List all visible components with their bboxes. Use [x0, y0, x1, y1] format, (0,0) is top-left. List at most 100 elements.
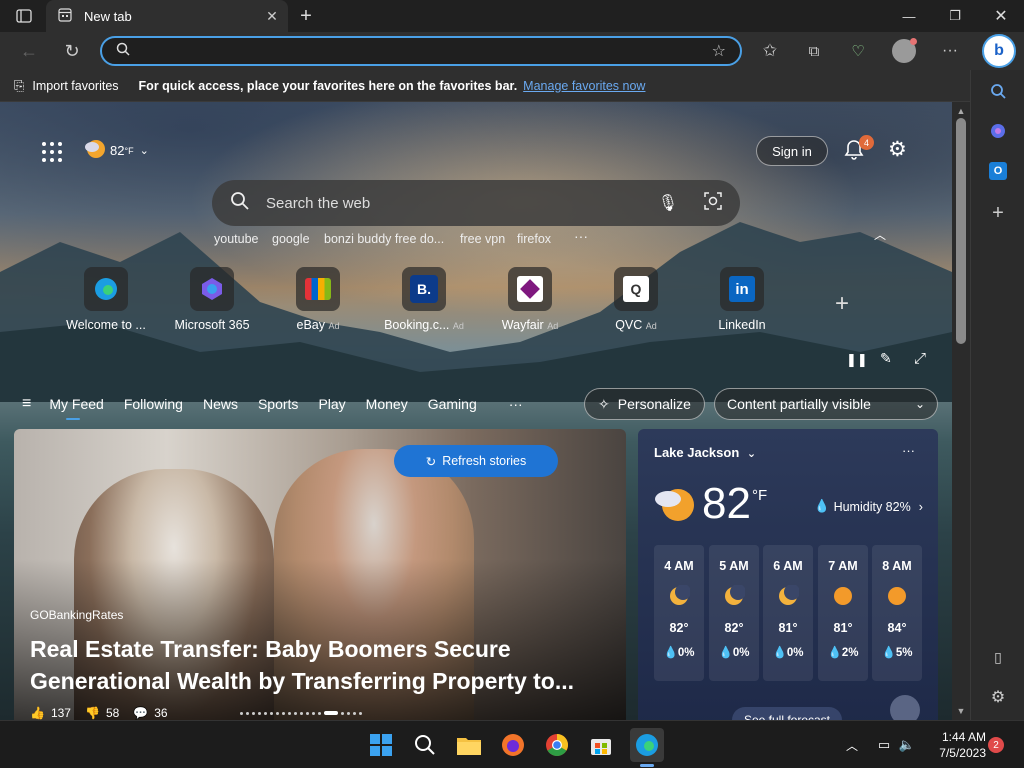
- volume-icon[interactable]: 🔈: [893, 731, 921, 759]
- apps-grid-icon[interactable]: [42, 142, 62, 162]
- sidebar-outlook-icon[interactable]: O: [983, 156, 1013, 186]
- quick-link-qvc[interactable]: Q QVC Ad: [586, 267, 686, 332]
- tab-play[interactable]: Play: [308, 396, 355, 412]
- chrome-icon[interactable]: [543, 731, 571, 759]
- qvc-icon: Q: [614, 267, 658, 311]
- show-hidden-icons-chevron-icon[interactable]: ︿: [838, 731, 866, 759]
- import-favorites-button[interactable]: Import favorites: [32, 79, 118, 93]
- scrollbar-thumb[interactable]: [956, 118, 966, 344]
- minimize-button[interactable]: —: [886, 0, 932, 32]
- favorites-button[interactable]: ✩: [755, 36, 785, 66]
- more-suggestions-icon[interactable]: ···: [574, 228, 588, 244]
- refresh-button[interactable]: ↻: [57, 36, 87, 66]
- firefox-icon[interactable]: [499, 731, 527, 759]
- hourly-forecast[interactable]: 4 AM 82° 💧0%: [654, 545, 704, 681]
- hourly-forecast[interactable]: 6 AM 81° 💧0%: [763, 545, 813, 681]
- humidity-link[interactable]: 💧 Humidity 82% ›: [814, 499, 923, 514]
- thumbs-up-icon[interactable]: 👍: [30, 706, 45, 720]
- bing-copilot-button[interactable]: b: [982, 34, 1016, 68]
- quick-link-welcome[interactable]: Welcome to ...: [56, 267, 156, 332]
- hourly-forecast[interactable]: 7 AM 81° 💧2%: [818, 545, 868, 681]
- tab-money[interactable]: Money: [356, 396, 418, 412]
- quick-link-microsoft-365[interactable]: Microsoft 365: [162, 267, 262, 332]
- clock[interactable]: 1:44 AM 7/5/2023: [926, 729, 986, 761]
- sidebar-search-icon[interactable]: [983, 76, 1013, 106]
- expand-icon[interactable]: ⤢: [914, 350, 926, 367]
- close-tab-icon[interactable]: ✕: [260, 4, 284, 28]
- pause-icon[interactable]: ❚❚: [846, 352, 868, 368]
- taskbar-search-icon[interactable]: [411, 731, 439, 759]
- address-bar[interactable]: ☆: [100, 36, 742, 66]
- comment-icon[interactable]: 💬: [133, 706, 148, 720]
- more-tabs-icon[interactable]: ···: [509, 396, 523, 412]
- address-input[interactable]: [138, 43, 678, 59]
- weather-card[interactable]: Lake Jackson ⌄ ··· 82 °F 💧 Humidity 82% › …: [638, 429, 938, 720]
- sidebar-hide-icon[interactable]: ▯: [983, 642, 1013, 672]
- quick-link-booking[interactable]: B. Booking.c... Ad: [374, 267, 474, 332]
- notifications-bell-icon[interactable]: 4: [843, 135, 874, 164]
- suggestion-chip[interactable]: youtube: [214, 232, 258, 246]
- edge-taskbar-icon[interactable]: [630, 728, 664, 767]
- quick-link-ebay[interactable]: eBay Ad: [268, 267, 368, 332]
- close-window-button[interactable]: ✕: [978, 0, 1024, 32]
- microphone-icon[interactable]: 🎙: [658, 193, 678, 213]
- back-button[interactable]: ←: [14, 36, 44, 66]
- sidebar-copilot-icon[interactable]: [983, 116, 1013, 146]
- settings-gear-icon[interactable]: ⚙: [888, 137, 907, 162]
- tab-sports[interactable]: Sports: [248, 396, 308, 412]
- tab-new-tab[interactable]: New tab ✕: [46, 0, 288, 32]
- sidebar-settings-icon[interactable]: ⚙: [983, 682, 1013, 712]
- quick-link-linkedin[interactable]: in LinkedIn: [692, 267, 792, 332]
- weather-location[interactable]: Lake Jackson ⌄: [654, 445, 756, 460]
- favorite-star-icon[interactable]: ☆: [712, 41, 726, 61]
- tab-actions-icon[interactable]: [8, 6, 40, 26]
- content-visibility-dropdown[interactable]: Content partially visible ⌄: [714, 388, 938, 420]
- page-scrollbar[interactable]: ▲ ▼: [952, 102, 970, 720]
- refresh-stories-button[interactable]: ↻ Refresh stories: [394, 445, 558, 477]
- hourly-forecast[interactable]: 8 AM 84° 💧5%: [872, 545, 922, 681]
- sign-in-button[interactable]: Sign in: [756, 136, 828, 166]
- collections-button[interactable]: ⧉: [799, 36, 829, 66]
- new-tab-page: 82 °F ⌄ Sign in 4 ⚙ Search the web 🎙 yout…: [0, 102, 952, 720]
- web-search-box[interactable]: Search the web 🎙: [212, 180, 740, 226]
- tab-gaming[interactable]: Gaming: [418, 396, 487, 412]
- favorites-message: For quick access, place your favorites h…: [138, 78, 518, 93]
- tab-following[interactable]: Following: [114, 396, 193, 412]
- tab-news[interactable]: News: [193, 396, 248, 412]
- visual-search-icon[interactable]: [704, 191, 722, 215]
- weather-widget[interactable]: 82 °F ⌄: [84, 138, 149, 163]
- suggestion-chip[interactable]: google: [272, 232, 310, 246]
- new-tab-button[interactable]: +: [294, 4, 318, 28]
- suggestion-chip[interactable]: firefox: [517, 232, 551, 246]
- microsoft-store-icon[interactable]: [587, 731, 615, 759]
- moon-icon: [654, 584, 704, 607]
- scroll-up-arrow-icon[interactable]: ▲: [956, 106, 966, 116]
- browser-toolbar: ← ↻ ☆ ✩ ⧉ ♡ ··· b: [0, 32, 1024, 70]
- weather-more-icon[interactable]: ···: [902, 443, 915, 458]
- see-full-forecast-button[interactable]: See full forecast: [732, 707, 842, 720]
- more-menu-button[interactable]: ···: [935, 36, 965, 66]
- carousel-dots[interactable]: [240, 709, 400, 717]
- add-shortcut-icon[interactable]: +: [835, 290, 849, 318]
- hamburger-menu-icon[interactable]: ≡: [22, 395, 31, 413]
- quick-link-wayfair[interactable]: Wayfair Ad: [480, 267, 580, 332]
- collapse-chevron-icon[interactable]: ︿: [874, 226, 886, 243]
- manage-favorites-link[interactable]: Manage favorites now: [523, 79, 645, 93]
- tab-my-feed[interactable]: My Feed: [39, 396, 113, 420]
- weather-map-icon[interactable]: [890, 695, 920, 720]
- sidebar-add-icon[interactable]: +: [983, 198, 1013, 228]
- profile-avatar[interactable]: [889, 36, 919, 66]
- suggestion-chip[interactable]: free vpn: [460, 232, 505, 246]
- personalize-button[interactable]: ✧ Personalize: [584, 388, 705, 420]
- hourly-forecast[interactable]: 5 AM 82° 💧0%: [709, 545, 759, 681]
- edit-background-icon[interactable]: ✎: [880, 350, 892, 367]
- restore-button[interactable]: ❐: [932, 0, 978, 32]
- thumbs-down-icon[interactable]: 👎: [85, 706, 100, 720]
- moon-icon: [709, 584, 759, 607]
- file-explorer-icon[interactable]: [455, 731, 483, 759]
- notification-center-badge[interactable]: 2: [988, 737, 1004, 753]
- suggestion-chip[interactable]: bonzi buddy free do...: [324, 232, 444, 246]
- scroll-down-arrow-icon[interactable]: ▼: [956, 706, 966, 716]
- browser-essentials-button[interactable]: ♡: [843, 36, 873, 66]
- windows-start-icon[interactable]: [367, 731, 395, 759]
